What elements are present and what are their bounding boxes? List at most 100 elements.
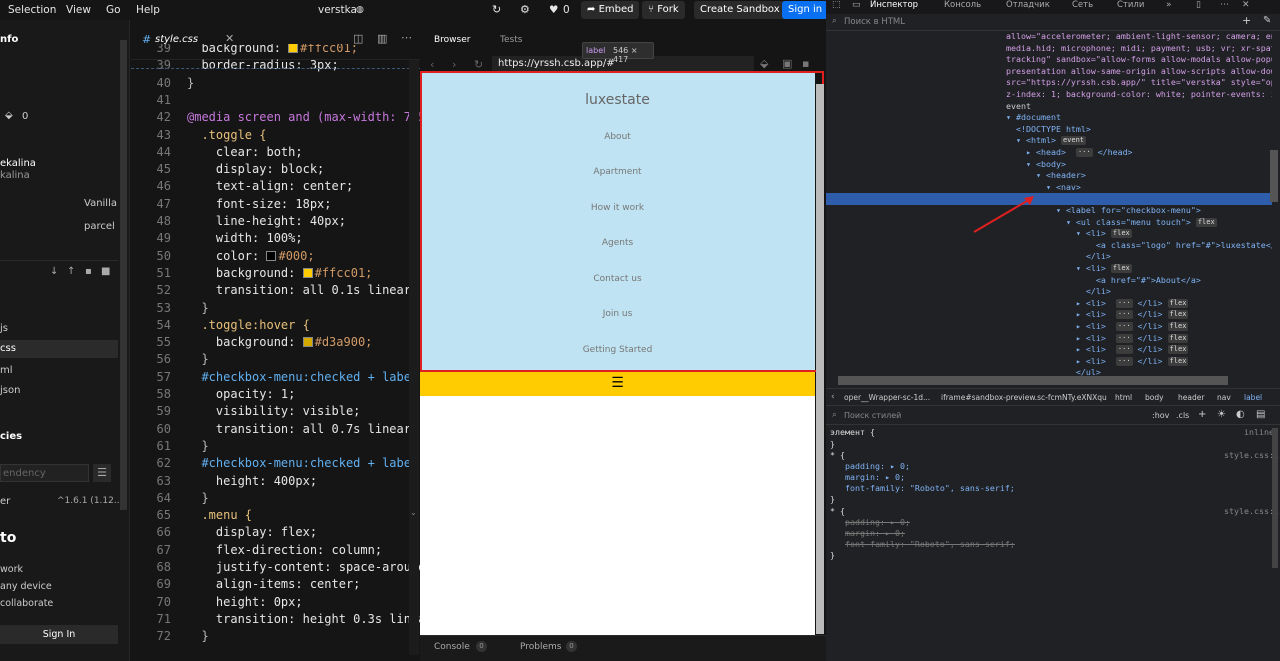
- dark-theme-icon[interactable]: ◐: [1236, 409, 1245, 420]
- dom-node[interactable]: ▾ <html> event: [826, 135, 1272, 147]
- dom-node[interactable]: ▸ <li> ··· </li> flex: [826, 333, 1272, 345]
- dom-badge[interactable]: flex: [1195, 217, 1217, 227]
- download-icon[interactable]: ↓: [50, 266, 58, 277]
- dom-badge[interactable]: flex: [1167, 310, 1189, 320]
- new-window-icon[interactable]: ▣: [782, 57, 792, 70]
- color-swatch[interactable]: [266, 250, 277, 261]
- tab-tests[interactable]: Tests: [500, 35, 522, 45]
- more-options-icon[interactable]: ⋯: [401, 31, 412, 44]
- dom-node[interactable]: <!DOCTYPE html>: [826, 124, 1272, 136]
- fork-button[interactable]: ⑂ Fork: [642, 1, 685, 19]
- tab-browser[interactable]: Browser: [434, 35, 470, 45]
- dom-badge[interactable]: ···: [1115, 333, 1133, 343]
- hov-toggle[interactable]: :hov: [1152, 411, 1169, 420]
- dom-node[interactable]: allow="accelerometer; ambient-light-sens…: [826, 31, 1272, 43]
- menu-view[interactable]: View: [66, 0, 91, 20]
- cls-toggle[interactable]: .cls: [1176, 411, 1189, 420]
- code-line[interactable]: 47 font-size: 18px;: [131, 196, 420, 213]
- color-swatch[interactable]: [288, 44, 299, 53]
- rule-1-source[interactable]: style.css:1: [1224, 450, 1279, 460]
- code-line[interactable]: 43 .toggle {: [131, 127, 420, 144]
- sidebar-scrollbar[interactable]: [120, 40, 127, 510]
- dom-badge[interactable]: flex: [1167, 356, 1189, 366]
- rule-1-prop-padding[interactable]: padding: ▸ 0;: [845, 461, 910, 471]
- devtools-icon[interactable]: ⬙: [760, 57, 768, 70]
- print-media-icon[interactable]: ▤: [1256, 409, 1265, 420]
- file-item-css-active[interactable]: css: [0, 340, 118, 358]
- color-swatch[interactable]: [302, 337, 313, 348]
- dom-scrollbar[interactable]: [1270, 150, 1278, 202]
- dom-node[interactable]: </li>: [826, 286, 1272, 298]
- menu-toggle-button[interactable]: ☰: [420, 372, 815, 396]
- code-line[interactable]: 49 width: 100%;: [131, 230, 420, 247]
- code-line[interactable]: 60 transition: all 0.7s linear;: [131, 421, 420, 438]
- dom-badge[interactable]: ···: [1075, 148, 1093, 157]
- dom-node[interactable]: ▸ <li> ··· </li> flex: [826, 298, 1272, 310]
- dom-badge[interactable]: ···: [1115, 310, 1133, 320]
- dom-node[interactable]: ▾ #document: [826, 112, 1272, 124]
- crumb-html[interactable]: html: [1115, 393, 1132, 402]
- rule-2-prop-padding[interactable]: padding: ▸ 0;: [845, 517, 910, 527]
- code-line[interactable]: 51 background: #ffcc01;: [131, 265, 420, 282]
- code-line[interactable]: 41: [131, 92, 420, 109]
- crumb-body[interactable]: body: [1145, 393, 1164, 402]
- code-line[interactable]: 56 }: [131, 351, 420, 368]
- tab-network[interactable]: Сеть: [1072, 0, 1093, 10]
- dom-badge[interactable]: ···: [1115, 322, 1133, 331]
- close-preview-icon[interactable]: ▪: [802, 57, 809, 70]
- dom-node[interactable]: ▾ <nav>: [826, 182, 1272, 194]
- dom-node[interactable]: ▸ <li> ··· </li> flex: [826, 309, 1272, 321]
- code-line[interactable]: 64 }: [131, 490, 420, 507]
- create-sandbox-button[interactable]: Create Sandbox: [694, 1, 786, 19]
- dom-badge[interactable]: ···: [1115, 298, 1133, 308]
- dom-node[interactable]: ▸ <head> ··· </head>: [826, 147, 1272, 159]
- dom-node[interactable]: z-index: 1; background-color: white; poi…: [826, 89, 1272, 101]
- dom-node[interactable]: ▸ <li> ··· </li> flex: [826, 321, 1272, 333]
- dom-node[interactable]: tracking" sandbox="allow-forms allow-mod…: [826, 54, 1272, 66]
- crumb-header[interactable]: header: [1178, 393, 1204, 402]
- author-name[interactable]: ekalina: [0, 158, 36, 169]
- dom-badge[interactable]: flex: [1167, 333, 1189, 343]
- code-line[interactable]: 39 border-radius: 3px;: [131, 57, 420, 74]
- dom-node[interactable]: ▸ <li> ··· </li> flex: [826, 344, 1272, 356]
- code-line[interactable]: 50 color: #000;: [131, 248, 420, 265]
- problems-tab[interactable]: Problems: [520, 642, 561, 652]
- code-line[interactable]: 70 height: 0px;: [131, 594, 420, 611]
- code-line[interactable]: 45 display: block;: [131, 161, 420, 178]
- preview-scrollbar[interactable]: [816, 84, 824, 634]
- responsive-icon[interactable]: ▯: [1196, 0, 1201, 10]
- dom-node[interactable]: media.hid; microphone; midi; payment; us…: [826, 43, 1272, 55]
- code-line[interactable]: 54 .toggle:hover {: [131, 317, 420, 334]
- dom-badge[interactable]: event: [1060, 136, 1087, 146]
- code-area[interactable]: 39 background: #ffcc01; 39 border-radius:…: [131, 44, 420, 661]
- code-line[interactable]: 39 background: #ffcc01;: [131, 44, 420, 57]
- overflow-menu-icon[interactable]: ⋯: [1220, 0, 1229, 10]
- light-theme-icon[interactable]: ☀: [1217, 409, 1226, 420]
- list-icon[interactable]: ☰: [93, 464, 111, 482]
- file-item-js[interactable]: js: [0, 323, 8, 334]
- dom-horizontal-scrollbar[interactable]: [838, 376, 1228, 385]
- dom-node[interactable]: </ul>: [826, 367, 1272, 376]
- breadcrumb-left-icon[interactable]: ‹: [831, 392, 835, 402]
- dom-node[interactable]: ▾ <ul class="menu touch"> flex: [826, 217, 1272, 229]
- dom-badge[interactable]: flex: [1110, 229, 1132, 239]
- pick-color-icon[interactable]: ✎: [1263, 15, 1271, 26]
- sign-in-button[interactable]: Sign in: [782, 1, 829, 19]
- editor-scrollbar[interactable]: [409, 60, 419, 655]
- crumb-nav[interactable]: nav: [1217, 393, 1231, 402]
- file-item-html[interactable]: ml: [0, 365, 13, 376]
- upload-icon[interactable]: ↑: [67, 266, 75, 277]
- code-line[interactable]: 42 @media screen and (max-width: 765: [131, 109, 420, 126]
- code-line[interactable]: 71 transition: height 0.3s linea: [131, 611, 420, 628]
- code-line[interactable]: 65 .menu {: [131, 507, 420, 524]
- dom-node[interactable]: presentation allow-same-origin allow-scr…: [826, 66, 1272, 78]
- sidebar-sign-in-button[interactable]: Sign In: [0, 625, 118, 644]
- dom-node[interactable]: ▸ <li> ··· </li> flex: [826, 356, 1272, 368]
- code-line[interactable]: 58 opacity: 1;: [131, 386, 420, 403]
- dom-node[interactable]: ▾ <header>: [826, 170, 1272, 182]
- code-line[interactable]: 44 clear: both;: [131, 144, 420, 161]
- add-node-icon[interactable]: +: [1242, 14, 1251, 27]
- crumb-label[interactable]: label: [1244, 393, 1262, 402]
- dom-badge[interactable]: ···: [1115, 356, 1133, 366]
- dom-node[interactable]: event: [826, 101, 1272, 113]
